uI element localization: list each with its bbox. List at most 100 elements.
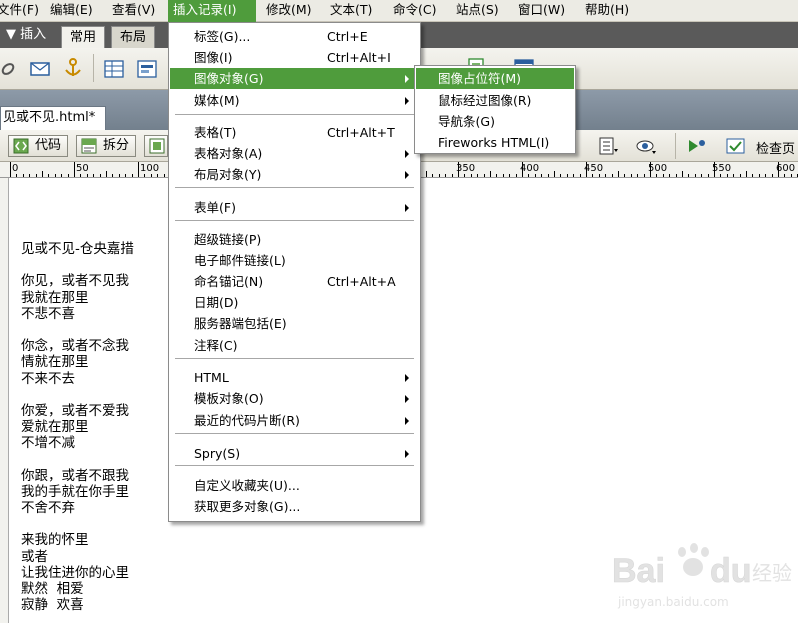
ruler-tick: [119, 174, 120, 177]
text-line: 让我住进你的心里: [21, 564, 129, 581]
ruler-tick: [752, 174, 753, 177]
ruler-tick: [68, 174, 69, 177]
menu-item-server-side-include[interactable]: 服务器端包括(E): [170, 313, 419, 334]
ruler-tick: [23, 174, 24, 177]
text-line: 你见，或者不见我: [21, 273, 129, 290]
document-tab[interactable]: 见或不见.html*: [0, 106, 107, 130]
split-view-button[interactable]: 拆分: [76, 135, 137, 157]
check-page-icon[interactable]: [725, 135, 747, 157]
menu-item-named-anchor[interactable]: 命名锚记(N) Ctrl+Alt+A: [170, 271, 419, 292]
submenu-item-fireworks-html[interactable]: Fireworks HTML(I): [416, 132, 574, 153]
submenu-arrow-icon: [405, 204, 409, 212]
ruler-tick: [592, 174, 593, 177]
menu-item-image[interactable]: 图像(I) Ctrl+Alt+I: [170, 47, 419, 68]
menu-item-table-objects[interactable]: 表格对象(A): [170, 143, 419, 164]
visual-aids-icon[interactable]: [597, 135, 619, 157]
menu-item-table[interactable]: 表格(T) Ctrl+Alt+T: [170, 122, 419, 143]
submenu-item-navigation-bar[interactable]: 导航条(G): [416, 111, 574, 132]
ruler-tick: [87, 174, 88, 177]
hyperlink-icon[interactable]: [0, 58, 22, 80]
tab-common[interactable]: 常用: [61, 26, 106, 48]
ruler-tick: [471, 174, 472, 177]
submenu-arrow-icon: [405, 395, 409, 403]
menu-item-get-more-objects[interactable]: 获取更多对象(G)...: [170, 496, 419, 517]
layer-icon[interactable]: [136, 58, 158, 80]
menu-item-date[interactable]: 日期(D): [170, 292, 419, 313]
ruler-tick: [567, 174, 568, 177]
menu-text[interactable]: 文本(T): [325, 0, 377, 22]
submenu-item-label: Fireworks HTML(I): [438, 135, 550, 150]
submenu-item-image-placeholder[interactable]: 图像占位符(M): [416, 68, 574, 89]
code-view-button[interactable]: 代码: [8, 135, 69, 157]
menu-item-form[interactable]: 表单(F): [170, 197, 419, 218]
menu-item-comment[interactable]: 注释(C): [170, 335, 419, 356]
ruler-tick: [720, 174, 721, 177]
document-content[interactable]: 见或不见-仓央嘉措 你见，或者不见我 我就在那里 不悲不喜 你念，或者不念我 情就在那里不…: [21, 241, 134, 613]
ruler-tick: [548, 174, 549, 177]
design-view-button[interactable]: [144, 135, 168, 157]
menu-item-label: 表格(T): [194, 125, 237, 140]
menu-file[interactable]: 文件(F): [0, 0, 44, 22]
email-link-icon[interactable]: [29, 58, 51, 80]
menu-item-customize-favorites[interactable]: 自定义收藏夹(U)...: [170, 475, 419, 496]
anchor-icon[interactable]: [62, 57, 84, 79]
menu-insert[interactable]: 插入记录(I): [168, 0, 256, 22]
menu-item-html[interactable]: HTML: [170, 367, 419, 388]
menu-item-layout-objects[interactable]: 布局对象(Y): [170, 164, 419, 185]
ruler-tick: [48, 174, 49, 177]
code-view-label: 代码: [35, 138, 62, 153]
menu-item-image-objects[interactable]: 图像对象(G): [170, 68, 419, 89]
menu-item-hyperlink[interactable]: 超级链接(P): [170, 229, 419, 250]
table-icon[interactable]: [103, 58, 125, 80]
menu-modify[interactable]: 修改(M): [261, 0, 317, 22]
menu-item-spry[interactable]: Spry(S): [170, 443, 419, 464]
ruler-tick: [740, 174, 741, 177]
ruler-tick: [669, 174, 670, 177]
menu-item-email-link[interactable]: 电子邮件链接(L): [170, 250, 419, 271]
ruler-tick: [426, 171, 427, 177]
svg-text:jingyan.baidu.com: jingyan.baidu.com: [617, 595, 729, 609]
debug-icon[interactable]: [686, 135, 708, 157]
split-view-label: 拆分: [103, 138, 130, 153]
svg-text:经验: 经验: [752, 561, 792, 585]
submenu-item-rollover-image[interactable]: 鼠标经过图像(R): [416, 90, 574, 111]
menu-item-media[interactable]: 媒体(M): [170, 90, 419, 111]
toolbar-separator: [675, 133, 676, 159]
tab-layout[interactable]: 布局: [111, 26, 156, 48]
ruler-tick: [125, 174, 126, 177]
insert-panel-title[interactable]: ▼ 插入: [0, 22, 46, 48]
ruler-tick: [452, 174, 453, 177]
menu-edit[interactable]: 编辑(E): [45, 0, 98, 22]
ruler-tick: [112, 174, 113, 177]
menu-item-label: 表单(F): [194, 200, 236, 215]
ruler-tick: [61, 174, 62, 177]
menu-view[interactable]: 查看(V): [107, 0, 160, 22]
ruler-tick: [586, 162, 587, 177]
ruler-tick: [759, 174, 760, 177]
menu-item-template-objects[interactable]: 模板对象(O): [170, 388, 419, 409]
menu-site[interactable]: 站点(S): [451, 0, 504, 22]
ruler-label: 0: [12, 163, 19, 174]
ruler-tick: [484, 174, 485, 177]
menu-help[interactable]: 帮助(H): [580, 0, 634, 22]
ruler-tick: [157, 174, 158, 177]
menu-item-recent-snippets[interactable]: 最近的代码片断(R): [170, 410, 419, 431]
ruler-tick: [138, 162, 139, 177]
preview-icon[interactable]: [635, 135, 657, 157]
ruler-tick: [727, 174, 728, 177]
menu-item-shortcut: Ctrl+Alt+I: [327, 50, 391, 65]
ruler-tick: [631, 174, 632, 177]
ruler-tick: [599, 174, 600, 177]
menu-window[interactable]: 窗口(W): [513, 0, 570, 22]
menu-item-tag[interactable]: 标签(G)... Ctrl+E: [170, 26, 419, 47]
toolbar-separator: [93, 54, 94, 82]
check-page-label[interactable]: 检查页: [756, 138, 795, 157]
menu-separator: [175, 114, 414, 115]
ruler-tick: [509, 174, 510, 177]
menu-commands[interactable]: 命令(C): [388, 0, 441, 22]
ruler-tick: [656, 174, 657, 177]
ruler-tick: [612, 174, 613, 177]
ruler-tick: [132, 174, 133, 177]
